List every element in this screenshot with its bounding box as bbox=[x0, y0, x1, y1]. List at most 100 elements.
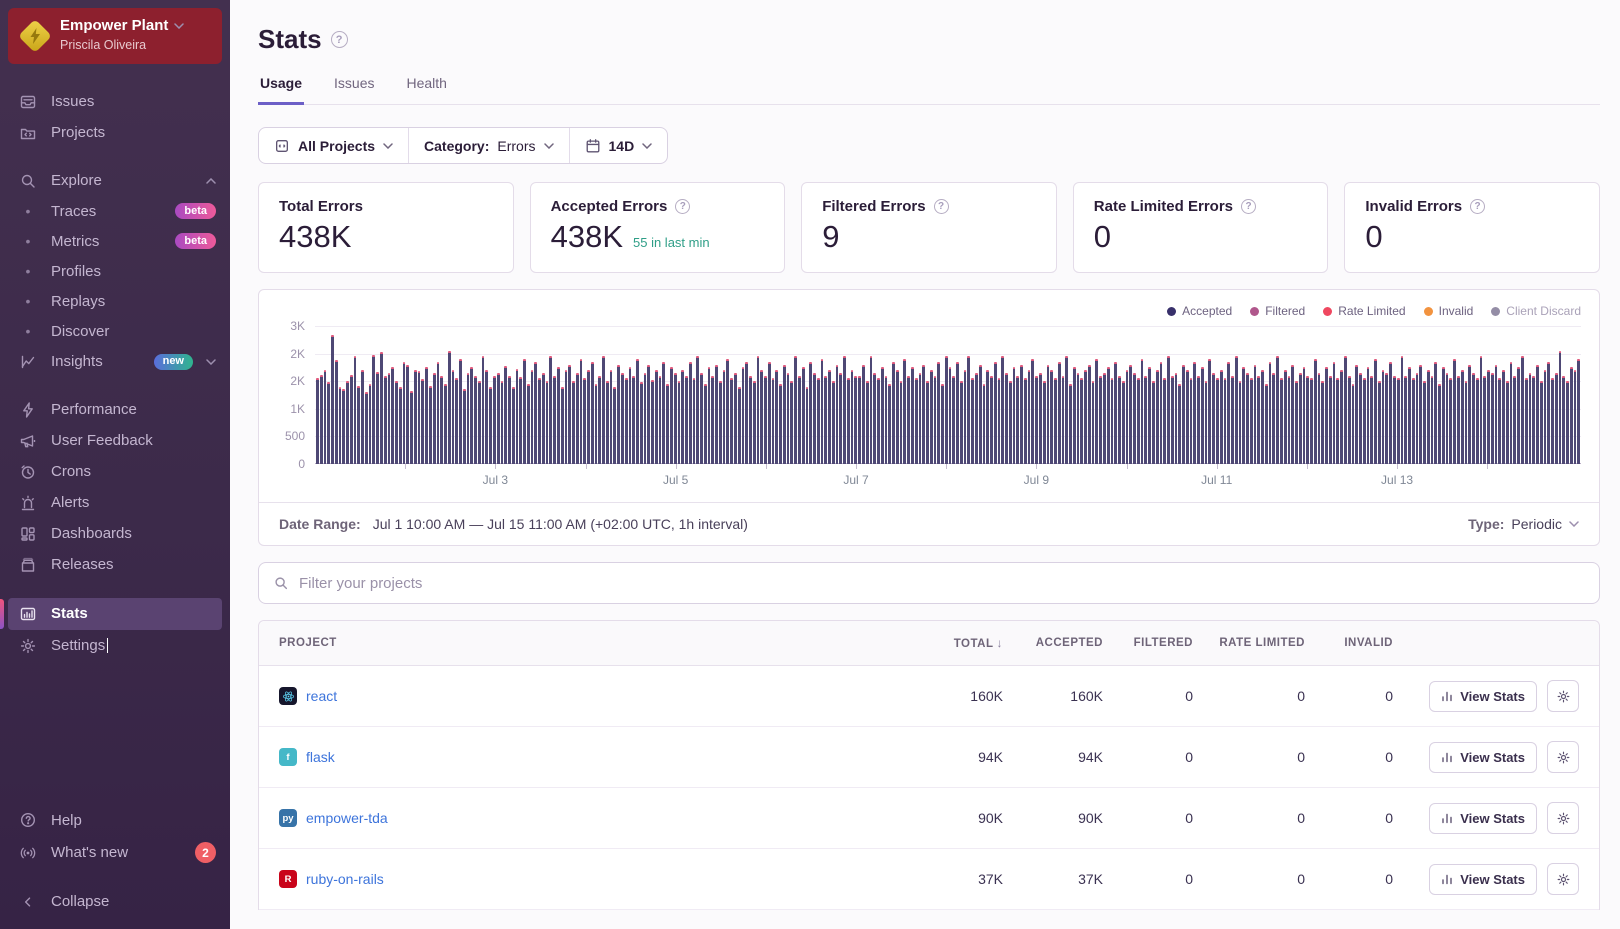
sidebar-item-issues[interactable]: Issues bbox=[0, 87, 230, 117]
legend-invalid[interactable]: Invalid bbox=[1424, 304, 1474, 318]
legend-filtered[interactable]: Filtered bbox=[1250, 304, 1305, 318]
legend-client-discard[interactable]: Client Discard bbox=[1491, 304, 1581, 318]
issues-icon bbox=[18, 93, 38, 111]
sidebar-item-whats-new[interactable]: What's new 2 bbox=[0, 836, 230, 869]
search-icon bbox=[18, 172, 38, 190]
project-settings-button[interactable] bbox=[1547, 680, 1579, 712]
table-row: react 160K 160K 0 0 0 View Stats bbox=[259, 666, 1599, 727]
legend-dot bbox=[1424, 307, 1433, 316]
projects-table: PROJECT TOTAL↓ ACCEPTED FILTERED RATE LI… bbox=[258, 620, 1600, 910]
whats-new-count-badge: 2 bbox=[195, 842, 216, 863]
project-filter-dropdown[interactable]: All Projects bbox=[259, 128, 408, 163]
active-nav-accent bbox=[0, 599, 4, 629]
beta-badge: beta bbox=[175, 233, 216, 249]
chevron-down-icon bbox=[642, 143, 652, 149]
rate-limited-errors-value: 0 bbox=[1094, 219, 1111, 255]
view-stats-button[interactable]: View Stats bbox=[1429, 742, 1537, 773]
chevron-down-icon bbox=[544, 143, 554, 149]
project-settings-button[interactable] bbox=[1547, 741, 1579, 773]
broadcast-icon bbox=[18, 844, 38, 862]
sidebar-group-explore[interactable]: Explore bbox=[0, 166, 230, 196]
sidebar-group-insights[interactable]: Insights new bbox=[0, 347, 230, 377]
accepted-rate-text: 55 in last min bbox=[633, 235, 710, 250]
chart-plot bbox=[315, 326, 1581, 464]
column-total[interactable]: TOTAL↓ bbox=[913, 636, 1003, 650]
sidebar-item-user-feedback[interactable]: User Feedback bbox=[0, 426, 230, 456]
legend-dot bbox=[1250, 307, 1259, 316]
org-switcher[interactable]: Empower Plant Priscila Oliveira bbox=[8, 8, 222, 64]
projects-icon bbox=[18, 124, 38, 142]
sidebar-item-metrics[interactable]: • Metrics beta bbox=[0, 227, 230, 256]
sidebar-item-crons[interactable]: Crons bbox=[0, 457, 230, 487]
sidebar-item-discover[interactable]: • Discover bbox=[0, 317, 230, 346]
help-icon[interactable]: ? bbox=[1241, 199, 1256, 214]
view-stats-button[interactable]: View Stats bbox=[1429, 681, 1537, 712]
column-accepted[interactable]: ACCEPTED bbox=[1003, 637, 1103, 649]
search-icon bbox=[273, 575, 289, 591]
project-link[interactable]: react bbox=[306, 688, 337, 704]
sidebar-nav: Issues Projects Explore • Traces beta • … bbox=[0, 72, 230, 805]
legend-rate-limited[interactable]: Rate Limited bbox=[1323, 304, 1405, 318]
category-filter-dropdown[interactable]: Category: Errors bbox=[408, 128, 568, 163]
sidebar-item-profiles[interactable]: • Profiles bbox=[0, 257, 230, 286]
sidebar-collapse-button[interactable]: Collapse bbox=[0, 887, 230, 916]
search-input[interactable] bbox=[299, 575, 1585, 592]
column-rate-limited[interactable]: RATE LIMITED bbox=[1193, 637, 1305, 649]
chevron-down-icon bbox=[383, 143, 393, 149]
chevron-down-icon bbox=[1569, 521, 1579, 527]
legend-accepted[interactable]: Accepted bbox=[1167, 304, 1232, 318]
view-stats-button[interactable]: View Stats bbox=[1429, 803, 1537, 834]
project-link[interactable]: flask bbox=[306, 749, 335, 765]
tab-health[interactable]: Health bbox=[405, 75, 449, 105]
help-icon[interactable]: ? bbox=[934, 199, 949, 214]
sidebar-footer: Help What's new 2 Collapse bbox=[0, 804, 230, 929]
page-help-icon[interactable]: ? bbox=[331, 31, 348, 48]
sidebar-item-stats[interactable]: Stats bbox=[8, 598, 222, 630]
gear-icon bbox=[1556, 811, 1571, 826]
sidebar-item-projects[interactable]: Projects bbox=[0, 118, 230, 148]
sidebar-item-help[interactable]: Help bbox=[0, 805, 230, 835]
column-filtered[interactable]: FILTERED bbox=[1103, 637, 1193, 649]
bullet-icon: • bbox=[18, 206, 38, 216]
filter-bar: All Projects Category: Errors 14D bbox=[258, 127, 668, 164]
help-icon[interactable]: ? bbox=[1470, 199, 1485, 214]
sidebar-item-alerts[interactable]: Alerts bbox=[0, 488, 230, 518]
gear-icon bbox=[1556, 689, 1571, 704]
sidebar-item-replays[interactable]: • Replays bbox=[0, 287, 230, 316]
org-logo-icon bbox=[20, 21, 50, 51]
help-icon[interactable]: ? bbox=[675, 199, 690, 214]
usage-chart-card: Accepted Filtered Rate Limited Invalid C… bbox=[258, 289, 1600, 546]
gear-icon bbox=[1556, 872, 1571, 887]
table-row: f flask 94K 94K 0 0 0 View Stats bbox=[259, 727, 1599, 788]
table-header: PROJECT TOTAL↓ ACCEPTED FILTERED RATE LI… bbox=[259, 621, 1599, 666]
project-settings-button[interactable] bbox=[1547, 802, 1579, 834]
date-range-dropdown[interactable]: 14D bbox=[569, 128, 668, 163]
gear-icon bbox=[1556, 750, 1571, 765]
siren-icon bbox=[18, 494, 38, 512]
date-range-value: Jul 1 10:00 AM — Jul 15 11:00 AM (+02:00… bbox=[373, 516, 748, 532]
project-link[interactable]: empower-tda bbox=[306, 810, 388, 826]
projects-icon bbox=[274, 138, 290, 154]
dashboards-icon bbox=[18, 525, 38, 543]
sidebar-item-releases[interactable]: Releases bbox=[0, 550, 230, 580]
tab-issues[interactable]: Issues bbox=[332, 75, 376, 105]
bullet-icon: • bbox=[18, 296, 38, 306]
flask-platform-icon: f bbox=[279, 748, 297, 766]
org-name: Empower Plant bbox=[60, 17, 168, 36]
sidebar-item-settings[interactable]: Settings bbox=[0, 631, 230, 661]
project-settings-button[interactable] bbox=[1547, 863, 1579, 895]
sidebar-item-dashboards[interactable]: Dashboards bbox=[0, 519, 230, 549]
type-dropdown[interactable]: Type: Periodic bbox=[1468, 516, 1579, 532]
page-title: Stats bbox=[258, 24, 322, 55]
beta-badge: beta bbox=[175, 203, 216, 219]
column-invalid[interactable]: INVALID bbox=[1305, 637, 1393, 649]
project-link[interactable]: ruby-on-rails bbox=[306, 871, 384, 887]
sidebar-item-traces[interactable]: • Traces beta bbox=[0, 197, 230, 226]
bullet-icon: • bbox=[18, 326, 38, 336]
chevron-down-icon bbox=[206, 359, 216, 365]
tab-usage[interactable]: Usage bbox=[258, 75, 304, 105]
sidebar-item-performance[interactable]: Performance bbox=[0, 395, 230, 425]
project-search bbox=[258, 562, 1600, 604]
accepted-errors-value: 438K bbox=[551, 219, 623, 255]
view-stats-button[interactable]: View Stats bbox=[1429, 864, 1537, 895]
